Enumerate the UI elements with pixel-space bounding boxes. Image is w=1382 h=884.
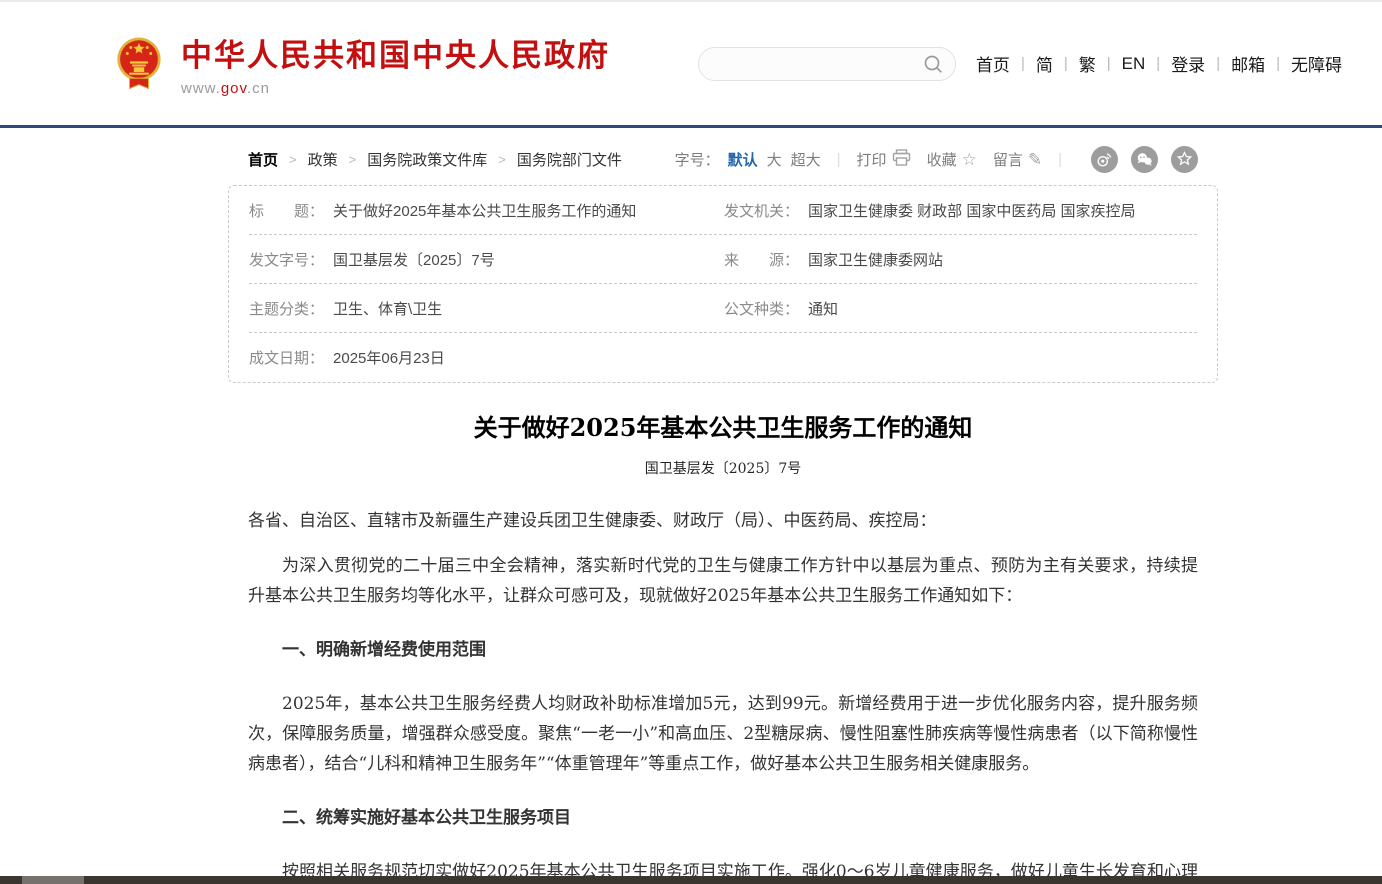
breadcrumb-separator: > [349, 152, 357, 167]
breadcrumb-separator: > [498, 152, 506, 167]
font-size-label: 字号： [675, 149, 720, 170]
document-meta-table: 标 题： 关于做好2025年基本公共卫生服务工作的通知 发文机关： 国家卫生健康… [228, 185, 1218, 383]
url-cn: .cn [247, 80, 270, 97]
nav-separator: | [1216, 55, 1220, 72]
breadcrumb-policy-library[interactable]: 国务院政策文件库 [367, 149, 487, 170]
meta-title-label: 标 题： [249, 200, 324, 221]
site-header: 中华人民共和国中央人民政府 www.gov.cn 首页 | 简 | 繁 | [0, 2, 1382, 125]
nav-separator: | [1064, 55, 1068, 72]
nav-separator: | [1156, 55, 1160, 72]
search-input[interactable] [699, 48, 911, 80]
meta-doctype-cell: 公文种类： 通知 [724, 298, 838, 319]
favorite-button[interactable]: 收藏 ☆ [927, 149, 977, 170]
print-label: 打印 [857, 149, 887, 170]
search-box[interactable] [698, 47, 956, 81]
meta-date-label: 成文日期： [249, 347, 324, 368]
meta-date-cell: 成文日期： 2025年06月23日 [249, 347, 724, 368]
wechat-share-icon[interactable] [1131, 146, 1158, 173]
meta-row-category-type: 主题分类： 卫生、体育\卫生 公文种类： 通知 [249, 284, 1197, 333]
article-section-heading: 二、统筹实施好基本公共卫生服务项目 [248, 803, 1198, 833]
nav-home[interactable]: 首页 [976, 51, 1010, 76]
meta-number-label: 发文字号： [249, 249, 324, 270]
comment-button[interactable]: 留言 ✎ [993, 149, 1042, 170]
meta-category-value: 卫生、体育\卫生 [333, 298, 442, 319]
article-paragraph: 2025年，基本公共卫生服务经费人均财政补助标准增加5元，达到99元。新增经费用… [248, 689, 1198, 779]
article-paragraph: 各省、自治区、直辖市及新疆生产建设兵团卫生健康委、财政厅（局）、中医药局、疾控局… [248, 506, 1198, 536]
toolbar-separator: | [1058, 151, 1062, 168]
article-toolbar: 字号： 默认 大 超大 | 打印 收藏 [675, 146, 1198, 173]
search-icon[interactable] [923, 54, 944, 80]
breadcrumb-department-docs: 国务院部门文件 [517, 149, 622, 170]
meta-agency-cell: 发文机关： 国家卫生健康委 财政部 国家中医药局 国家疾控局 [724, 200, 1136, 221]
nav-english[interactable]: EN [1122, 54, 1146, 74]
meta-source-cell: 来 源： 国家卫生健康委网站 [724, 249, 943, 270]
breadcrumb-separator: > [289, 152, 297, 167]
page: 中华人民共和国中央人民政府 www.gov.cn 首页 | 简 | 繁 | [0, 0, 1382, 884]
meta-category-cell: 主题分类： 卫生、体育\卫生 [249, 298, 724, 319]
favorite-label: 收藏 [927, 149, 957, 170]
meta-row-number-source: 发文字号： 国卫基层发〔2025〕7号 来 源： 国家卫生健康委网站 [249, 235, 1197, 284]
font-size-large-button[interactable]: 大 [767, 149, 782, 170]
meta-agency-label: 发文机关： [724, 200, 799, 221]
site-url: www.gov.cn [181, 80, 610, 97]
meta-row-date: 成文日期： 2025年06月23日 [249, 333, 1197, 382]
nav-separator: | [1107, 55, 1111, 72]
meta-source-value: 国家卫生健康委网站 [808, 249, 943, 270]
meta-number-cell: 发文字号： 国卫基层发〔2025〕7号 [249, 249, 724, 270]
font-size-default-button[interactable]: 默认 [728, 149, 758, 170]
nav-traditional[interactable]: 繁 [1079, 51, 1096, 76]
meta-agency-value: 国家卫生健康委 财政部 国家中医药局 国家疾控局 [808, 200, 1136, 221]
nav-accessibility[interactable]: 无障碍 [1291, 51, 1342, 76]
nav-separator: | [1276, 55, 1280, 72]
breadcrumb-home[interactable]: 首页 [248, 149, 278, 170]
breadcrumb: 首页 > 政策 > 国务院政策文件库 > 国务院部门文件 [248, 149, 622, 170]
weibo-share-icon[interactable] [1091, 146, 1118, 173]
meta-date-value: 2025年06月23日 [333, 347, 445, 368]
meta-row-title-agency: 标 题： 关于做好2025年基本公共卫生服务工作的通知 发文机关： 国家卫生健康… [249, 186, 1197, 235]
toolbar-separator: | [837, 151, 841, 168]
article-body: 各省、自治区、直辖市及新疆生产建设兵团卫生健康委、财政厅（局）、中医药局、疾控局… [228, 506, 1218, 884]
star-icon: ☆ [962, 151, 977, 168]
brand-text: 中华人民共和国中央人民政府 www.gov.cn [181, 30, 610, 97]
meta-doctype-label: 公文种类： [724, 298, 799, 319]
site-logo-link[interactable]: 中华人民共和国中央人民政府 www.gov.cn [113, 30, 610, 97]
meta-source-label: 来 源： [724, 249, 799, 270]
article-doc-number: 国卫基层发〔2025〕7号 [228, 458, 1218, 478]
article-title: 关于做好2025年基本公共卫生服务工作的通知 [228, 408, 1218, 443]
url-gov: gov [221, 80, 247, 97]
meta-number-value: 国卫基层发〔2025〕7号 [333, 249, 495, 270]
breadcrumb-toolbar-row: 首页 > 政策 > 国务院政策文件库 > 国务院部门文件 字号： 默认 大 超大… [228, 146, 1218, 172]
header-blue-divider [0, 125, 1382, 128]
comment-label: 留言 [993, 149, 1023, 170]
nav-simplified[interactable]: 简 [1036, 51, 1053, 76]
site-title: 中华人民共和国中央人民政府 [181, 30, 610, 75]
font-size-xlarge-button[interactable]: 超大 [791, 149, 821, 170]
url-www: www. [181, 80, 221, 97]
qzone-share-icon[interactable] [1171, 146, 1198, 173]
nav-separator: | [1021, 55, 1025, 72]
article-paragraph: 为深入贯彻党的二十届三中全会精神，落实新时代党的卫生与健康工作方针中以基层为重点… [248, 551, 1198, 611]
pencil-icon: ✎ [1028, 151, 1042, 168]
meta-doctype-value: 通知 [808, 298, 838, 319]
national-emblem-icon [113, 35, 165, 92]
meta-title-value: 关于做好2025年基本公共卫生服务工作的通知 [333, 200, 636, 221]
scrollbar-thumb[interactable] [22, 876, 84, 884]
article-section-heading: 一、明确新增经费使用范围 [248, 635, 1198, 665]
meta-title-cell: 标 题： 关于做好2025年基本公共卫生服务工作的通知 [249, 200, 724, 221]
nav-mail[interactable]: 邮箱 [1231, 51, 1265, 76]
top-navigation: 首页 | 简 | 繁 | EN | 登录 | 邮箱 | 无障碍 [976, 51, 1342, 76]
nav-login[interactable]: 登录 [1171, 51, 1205, 76]
print-button[interactable]: 打印 [857, 149, 911, 170]
meta-category-label: 主题分类： [249, 298, 324, 319]
main-content: 首页 > 政策 > 国务院政策文件库 > 国务院部门文件 字号： 默认 大 超大… [228, 146, 1218, 884]
header-right: 首页 | 简 | 繁 | EN | 登录 | 邮箱 | 无障碍 [698, 47, 1342, 81]
breadcrumb-policy[interactable]: 政策 [308, 149, 338, 170]
printer-icon [892, 149, 911, 170]
bottom-scrollbar [0, 876, 1382, 884]
